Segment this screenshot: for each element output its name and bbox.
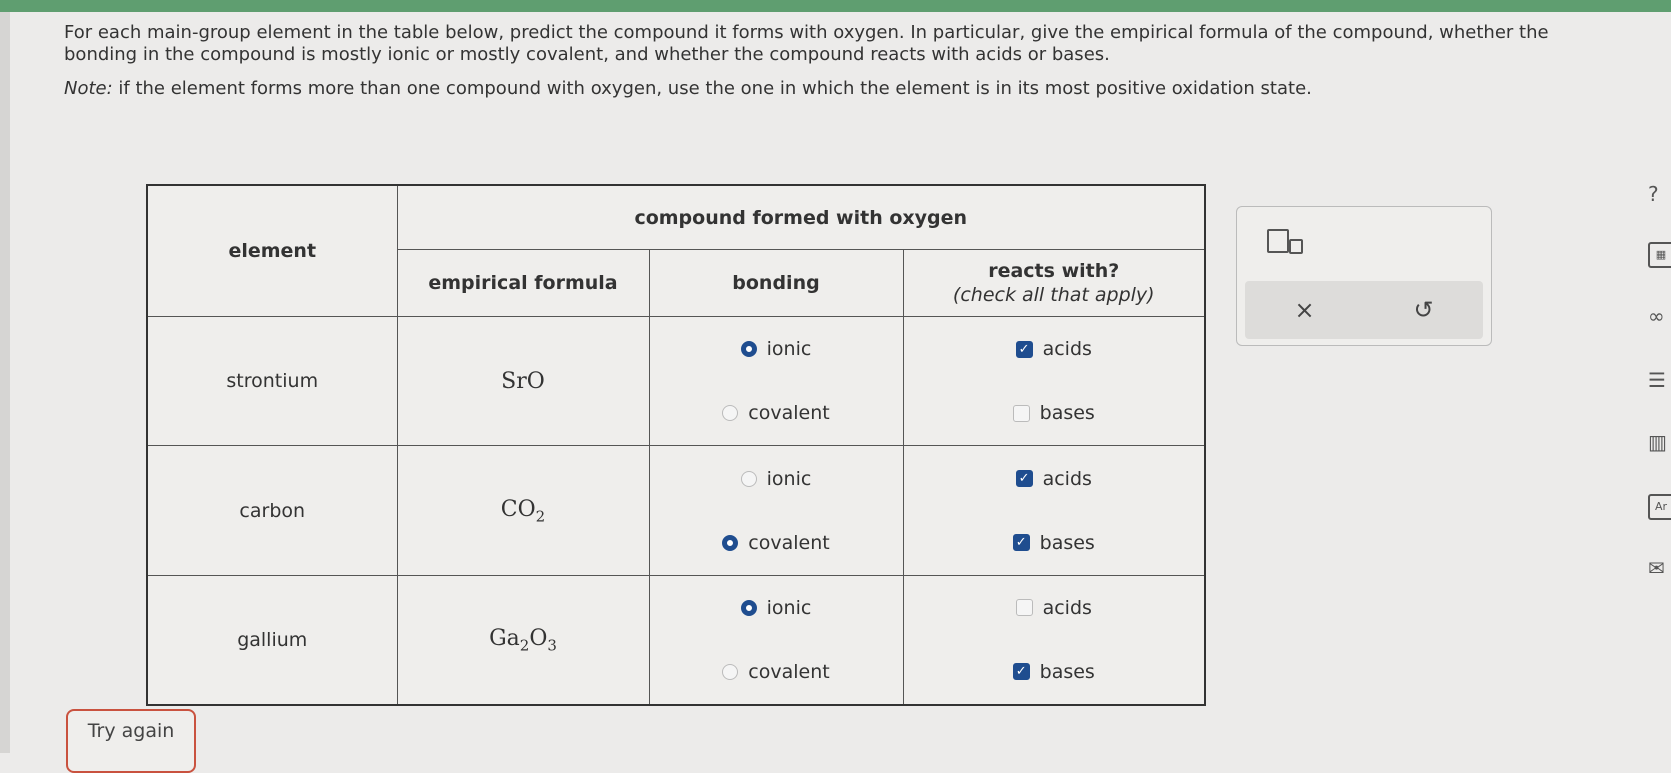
radio-ionic[interactable]: ionic (650, 317, 903, 381)
header-compound: compound formed with oxygen (396, 184, 1206, 251)
instructions-note: Note: if the element forms more than one… (64, 78, 1604, 100)
note-label: Note: (64, 78, 113, 99)
checkbox-empty-icon (1015, 599, 1033, 617)
formula-part: Sr (501, 368, 527, 394)
small-box (1289, 239, 1303, 254)
radio-covalent[interactable]: covalent (650, 381, 903, 445)
radio-selected-icon (740, 599, 757, 616)
tool-actions: × ↺ (1245, 281, 1483, 339)
undo-button[interactable]: ↺ (1413, 296, 1433, 324)
radio-label: covalent (748, 660, 830, 683)
table-row: carbon CO2 ionic covalent ✓ acids ✓ bases (146, 445, 1206, 576)
radio-label: ionic (766, 596, 812, 619)
checkbox-bases[interactable]: ✓ bases (904, 640, 1205, 704)
reacts-choice: acids ✓ bases (902, 574, 1206, 706)
radio-label: covalent (748, 531, 830, 554)
header-empirical-formula: empirical formula (396, 249, 650, 317)
checkbox-label: bases (1039, 531, 1095, 554)
formula-part: O (529, 625, 548, 651)
element-name: carbon (146, 445, 398, 576)
reacts-subtitle: (check all that apply) (952, 284, 1155, 307)
radio-ionic[interactable]: ionic (650, 446, 903, 510)
table-row: strontium SrO ionic covalent ✓ acids base… (146, 315, 1206, 447)
checkbox-checked-icon: ✓ (1012, 534, 1030, 552)
radio-selected-icon (740, 341, 757, 358)
formula-part: O (526, 368, 545, 394)
bonding-choice: ionic covalent (648, 574, 904, 706)
side-toolbar: ? ▦ ∞ ☰ ▥ Ar ✉ (1636, 172, 1671, 592)
periodic-table-icon[interactable]: Ar (1648, 494, 1671, 520)
big-box (1267, 229, 1289, 253)
radio-covalent[interactable]: covalent (650, 640, 903, 704)
formula-part: C (500, 496, 518, 522)
chart-icon[interactable]: ▥ (1648, 430, 1671, 456)
element-name: strontium (146, 315, 398, 447)
reacts-choice: ✓ acids ✓ bases (902, 445, 1206, 576)
formula-part: O (517, 496, 536, 522)
oxides-table: element compound formed with oxygen empi… (146, 184, 1206, 706)
radio-ionic[interactable]: ionic (650, 576, 903, 640)
radio-label: covalent (748, 402, 830, 425)
checkbox-checked-icon: ✓ (1015, 470, 1033, 488)
checkbox-bases[interactable]: ✓ bases (904, 511, 1205, 575)
try-again-button[interactable]: Try again (66, 709, 196, 773)
formula-display: Ga2O3 (489, 625, 557, 655)
checkbox-label: acids (1042, 467, 1092, 490)
superscript-box-icon[interactable] (1267, 227, 1303, 257)
checkbox-checked-icon: ✓ (1015, 340, 1033, 358)
checkbox-checked-icon: ✓ (1012, 663, 1030, 681)
element-name: gallium (146, 574, 398, 706)
checkbox-bases[interactable]: bases (904, 381, 1205, 445)
formula-subscript: 2 (519, 636, 530, 655)
formula-display: CO2 (500, 496, 546, 525)
instructions-paragraph: For each main-group element in the table… (64, 22, 1549, 65)
mail-icon[interactable]: ✉ (1648, 556, 1671, 582)
calculator-icon[interactable]: ▦ (1648, 242, 1671, 268)
top-progress-bar (0, 0, 1671, 12)
reference-icon[interactable]: ☰ (1648, 368, 1671, 394)
instructions: For each main-group element in the table… (64, 22, 1604, 112)
checkbox-empty-icon (1012, 404, 1030, 422)
header-element: element (146, 184, 398, 317)
checkbox-label: acids (1042, 596, 1092, 619)
formula-subscript: 3 (547, 636, 557, 655)
reacts-choice: ✓ acids bases (902, 315, 1206, 447)
radio-label: ionic (766, 338, 812, 361)
checkbox-acids[interactable]: ✓ acids (904, 446, 1205, 510)
formula-part: Ga (489, 625, 520, 651)
left-edge (0, 12, 10, 753)
checkbox-label: bases (1039, 402, 1095, 425)
clear-button[interactable]: × (1294, 296, 1314, 324)
infinity-icon[interactable]: ∞ (1648, 304, 1671, 330)
bonding-choice: ionic covalent (648, 315, 904, 447)
radio-selected-icon (722, 534, 739, 551)
header-bonding: bonding (648, 249, 904, 317)
radio-label: ionic (766, 467, 812, 490)
header-reacts-with: reacts with? (check all that apply) (902, 249, 1206, 317)
bonding-choice: ionic covalent (648, 445, 904, 576)
checkbox-label: bases (1039, 660, 1095, 683)
formula-input[interactable]: SrO (396, 315, 650, 447)
radio-empty-icon (722, 405, 739, 422)
help-icon[interactable]: ? (1648, 182, 1671, 208)
formula-display: SrO (501, 369, 545, 394)
formula-input[interactable]: Ga2O3 (396, 574, 650, 706)
formula-input[interactable]: CO2 (396, 445, 650, 576)
checkbox-label: acids (1042, 338, 1092, 361)
radio-empty-icon (740, 470, 757, 487)
formula-tool-panel: × ↺ (1236, 206, 1492, 346)
checkbox-acids[interactable]: ✓ acids (904, 317, 1205, 381)
formula-subscript: 2 (535, 506, 546, 525)
radio-empty-icon (722, 663, 739, 680)
note-text: if the element forms more than one compo… (112, 78, 1312, 99)
table-row: gallium Ga2O3 ionic covalent acids ✓ base… (146, 574, 1206, 706)
reacts-title: reacts with? (988, 260, 1120, 283)
checkbox-acids[interactable]: acids (904, 576, 1205, 640)
radio-covalent[interactable]: covalent (650, 511, 903, 575)
